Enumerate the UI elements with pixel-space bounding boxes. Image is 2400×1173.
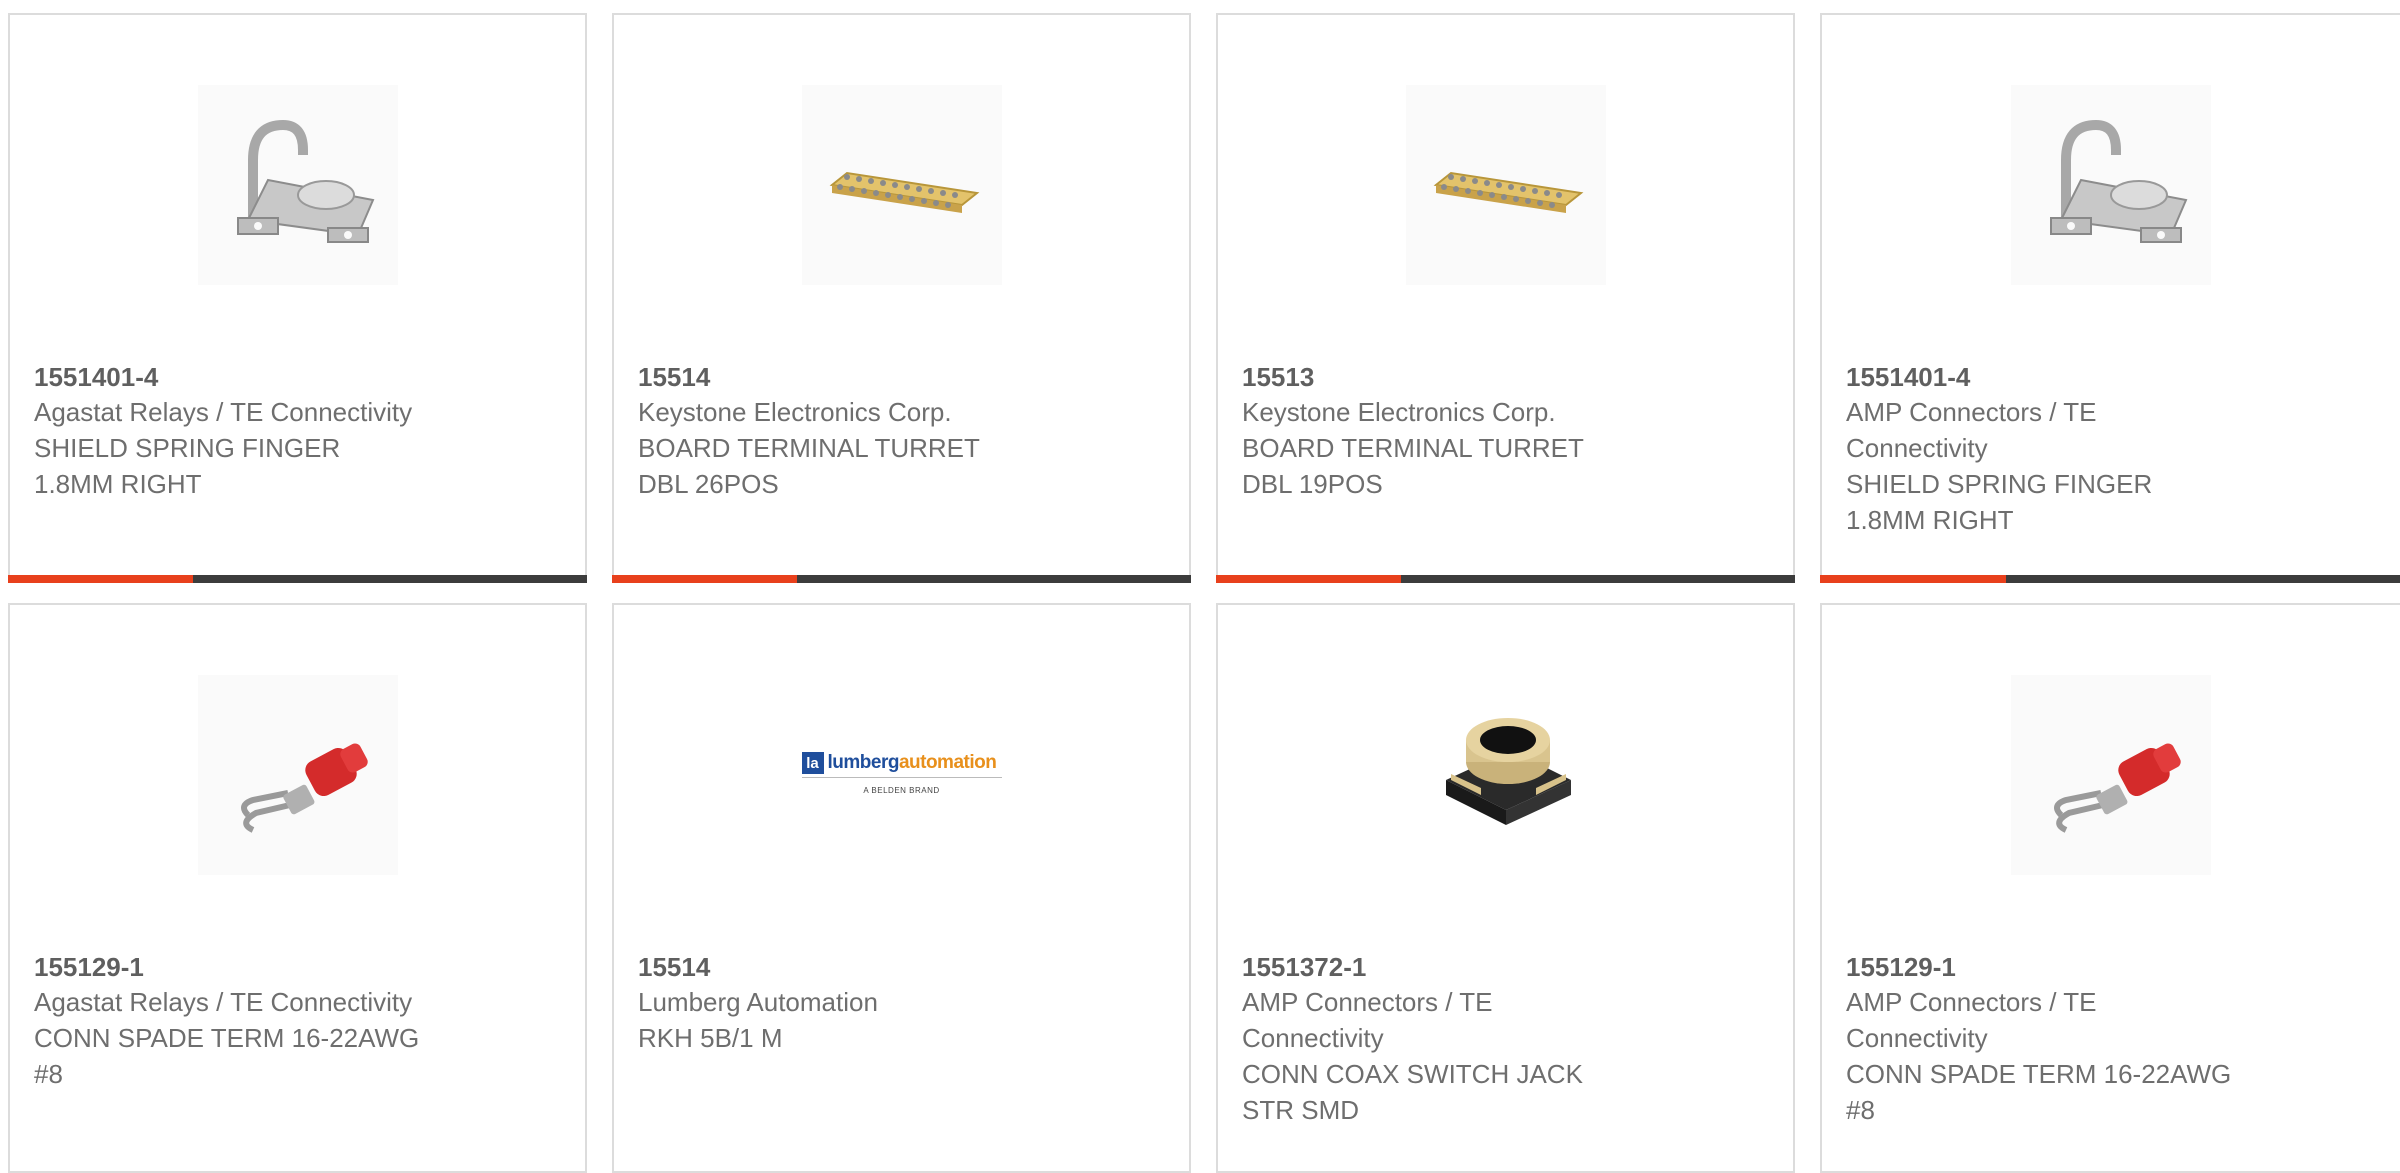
part-number[interactable]: 155129-1 <box>34 950 565 984</box>
product-card[interactable]: 15513 Keystone Electronics Corp. BOARD T… <box>1216 13 1795 583</box>
coax-jack-icon[interactable] <box>1405 675 1606 875</box>
part-number[interactable]: 1551372-1 <box>1242 950 1773 984</box>
description: BOARD TERMINAL TURRET DBL 19POS <box>1242 433 1584 499</box>
lumberg-logo[interactable]: la lumberg automation A BELDEN BRAND <box>801 675 1002 875</box>
card-bottom-bar <box>1820 575 2400 583</box>
manufacturer: AMP Connectors / TE Connectivity <box>1846 987 2097 1053</box>
manufacturer: AMP Connectors / TE Connectivity <box>1242 987 1493 1053</box>
product-card[interactable]: 155129-1 Agastat Relays / TE Connectivit… <box>8 603 587 1173</box>
description: SHIELD SPRING FINGER 1.8MM RIGHT <box>1846 469 2153 535</box>
terminal-strip-icon[interactable] <box>801 85 1002 285</box>
description: BOARD TERMINAL TURRET DBL 26POS <box>638 433 980 499</box>
card-accent <box>1216 575 1402 583</box>
card-bottom-bar <box>612 575 1191 583</box>
card-bottom-bar <box>8 575 587 583</box>
description: CONN SPADE TERM 16-22AWG #8 <box>34 1023 420 1089</box>
manufacturer: Agastat Relays / TE Connectivity <box>34 397 413 427</box>
product-card[interactable]: 155129-1 AMP Connectors / TE Connectivit… <box>1820 603 2400 1173</box>
card-bottom-bar <box>1216 575 1795 583</box>
manufacturer: Lumberg Automation <box>638 987 878 1017</box>
lumberg-logo-mark: la <box>801 752 824 774</box>
product-card[interactable]: 15514 Keystone Electronics Corp. BOARD T… <box>612 13 1191 583</box>
logo-text-a: lumberg <box>827 752 900 773</box>
spade-terminal-icon[interactable] <box>2011 675 2211 875</box>
description: RKH 5B/1 M <box>638 1023 783 1053</box>
logo-tagline: A BELDEN BRAND <box>863 786 940 795</box>
part-number[interactable]: 155129-1 <box>1846 950 2380 984</box>
part-number[interactable]: 15513 <box>1242 360 1773 394</box>
card-accent <box>1820 575 2007 583</box>
terminal-strip-icon[interactable] <box>1405 85 1606 285</box>
product-card[interactable]: 1551372-1 AMP Connectors / TE Connectivi… <box>1216 603 1795 1173</box>
description: SHIELD SPRING FINGER 1.8MM RIGHT <box>34 433 341 499</box>
spade-terminal-icon[interactable] <box>197 675 398 875</box>
card-accent <box>8 575 194 583</box>
manufacturer: Keystone Electronics Corp. <box>638 397 952 427</box>
part-number[interactable]: 1551401-4 <box>34 360 565 394</box>
card-accent <box>612 575 798 583</box>
logo-text-b: automation <box>898 752 997 773</box>
part-number[interactable]: 15514 <box>638 950 1169 984</box>
manufacturer: Keystone Electronics Corp. <box>1242 397 1556 427</box>
description: CONN SPADE TERM 16-22AWG #8 <box>1846 1059 2232 1125</box>
product-card[interactable]: 1551401-4 AMP Connectors / TE Connectivi… <box>1820 13 2400 583</box>
part-number[interactable]: 15514 <box>638 360 1169 394</box>
manufacturer: Agastat Relays / TE Connectivity <box>34 987 413 1017</box>
part-number[interactable]: 1551401-4 <box>1846 360 2380 394</box>
spring-finger-icon[interactable] <box>2011 85 2211 285</box>
product-card[interactable]: la lumberg automation A BELDEN BRAND 1551… <box>612 603 1191 1173</box>
product-card[interactable]: 1551401-4 Agastat Relays / TE Connectivi… <box>8 13 587 583</box>
spring-finger-icon[interactable] <box>197 85 398 285</box>
manufacturer: AMP Connectors / TE Connectivity <box>1846 397 2097 463</box>
description: CONN COAX SWITCH JACK STR SMD <box>1242 1059 1583 1125</box>
